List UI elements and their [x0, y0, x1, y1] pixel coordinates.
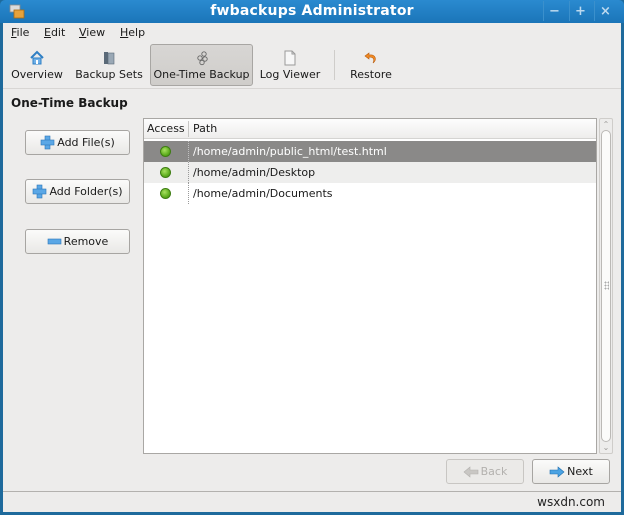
- column-divider: [188, 183, 189, 204]
- remove-button[interactable]: Remove: [25, 229, 130, 254]
- tool-overview[interactable]: Overview: [7, 44, 67, 86]
- menu-view-rest: iew: [86, 26, 106, 39]
- column-separator: [188, 121, 189, 137]
- one-time-backup-icon: [196, 51, 208, 66]
- maximize-button[interactable]: +: [569, 1, 591, 21]
- next-arrow-icon: [549, 465, 565, 478]
- tool-one-time-backup-label: One-Time Backup: [153, 68, 250, 81]
- tool-restore-label: Restore: [350, 68, 392, 81]
- status-ok-icon: [160, 188, 171, 199]
- menu-file-rest: ile: [16, 26, 30, 39]
- next-label: Next: [567, 465, 593, 478]
- scrollbar-thumb[interactable]: [601, 130, 611, 442]
- grip-icon: [604, 281, 609, 290]
- toolbar-separator: [334, 50, 335, 80]
- row-path: /home/admin/Desktop: [193, 166, 316, 179]
- backup-sets-icon: [104, 52, 115, 65]
- tool-restore[interactable]: Restore: [343, 44, 399, 86]
- column-header-path[interactable]: Path: [193, 122, 217, 135]
- menu-file[interactable]: File: [11, 26, 29, 39]
- menu-edit-rest: dit: [50, 26, 66, 39]
- scroll-down-arrow-icon[interactable]: ⌄: [600, 442, 612, 453]
- tool-backup-sets[interactable]: Backup Sets: [71, 44, 147, 86]
- scroll-up-arrow-icon[interactable]: ⌃: [600, 119, 612, 130]
- status-ok-icon: [160, 167, 171, 178]
- tool-one-time-backup[interactable]: One-Time Backup: [150, 44, 253, 86]
- toolbar: Overview Backup Sets One-Time Backup Log…: [3, 42, 621, 89]
- tool-backup-sets-label: Backup Sets: [75, 68, 143, 81]
- vertical-scrollbar[interactable]: ⌃ ⌄: [599, 118, 613, 454]
- window-title: fwbackups Administrator: [210, 3, 414, 19]
- page-title: One-Time Backup: [11, 96, 128, 110]
- column-header-access[interactable]: Access: [147, 122, 185, 135]
- client-area: File Edit View Help Overview Backup Sets: [3, 23, 621, 512]
- app-window: fwbackups Administrator − + × File Edit …: [0, 0, 624, 515]
- row-path: /home/admin/public_html/test.html: [193, 145, 387, 158]
- watermark-text: wsxdn.com: [537, 495, 605, 509]
- minimize-button[interactable]: −: [543, 1, 565, 21]
- next-button[interactable]: Next: [532, 459, 610, 484]
- back-button[interactable]: Back: [446, 459, 524, 484]
- status-ok-icon: [160, 146, 171, 157]
- menu-bar: File Edit View Help: [3, 23, 621, 42]
- menu-help-rest: elp: [128, 26, 146, 39]
- title-bar[interactable]: fwbackups Administrator − + ×: [0, 0, 624, 23]
- tool-log-viewer[interactable]: Log Viewer: [257, 44, 323, 86]
- file-list[interactable]: Access Path /home/admin/public_html/test…: [143, 118, 597, 454]
- list-row[interactable]: /home/admin/Desktop: [144, 162, 596, 183]
- add-files-label: Add File(s): [57, 136, 115, 149]
- remove-label: Remove: [63, 235, 109, 248]
- tool-overview-label: Overview: [11, 68, 63, 81]
- tool-log-viewer-label: Log Viewer: [259, 68, 321, 81]
- add-icon: [33, 184, 47, 199]
- add-folders-label: Add Folder(s): [49, 185, 123, 198]
- menu-edit-mnemonic: E: [44, 26, 51, 39]
- column-divider: [188, 141, 189, 162]
- list-row[interactable]: /home/admin/Documents: [144, 183, 596, 204]
- home-icon: [30, 50, 44, 65]
- status-bar: wsxdn.com: [3, 491, 621, 512]
- add-icon: [40, 135, 55, 150]
- menu-edit[interactable]: Edit: [44, 26, 65, 39]
- restore-icon: [364, 52, 376, 64]
- list-row[interactable]: /home/admin/public_html/test.html: [144, 141, 596, 162]
- back-arrow-icon: [463, 465, 478, 478]
- row-path: /home/admin/Documents: [193, 187, 333, 200]
- back-label: Back: [480, 465, 508, 478]
- add-folders-button[interactable]: Add Folder(s): [25, 179, 130, 204]
- menu-help[interactable]: Help: [120, 26, 145, 39]
- document-icon: [284, 50, 296, 66]
- remove-icon: [47, 238, 61, 245]
- list-header: Access Path: [144, 119, 596, 139]
- column-divider: [188, 162, 189, 183]
- add-files-button[interactable]: Add File(s): [25, 130, 130, 155]
- close-button[interactable]: ×: [594, 1, 616, 21]
- menu-view[interactable]: View: [79, 26, 105, 39]
